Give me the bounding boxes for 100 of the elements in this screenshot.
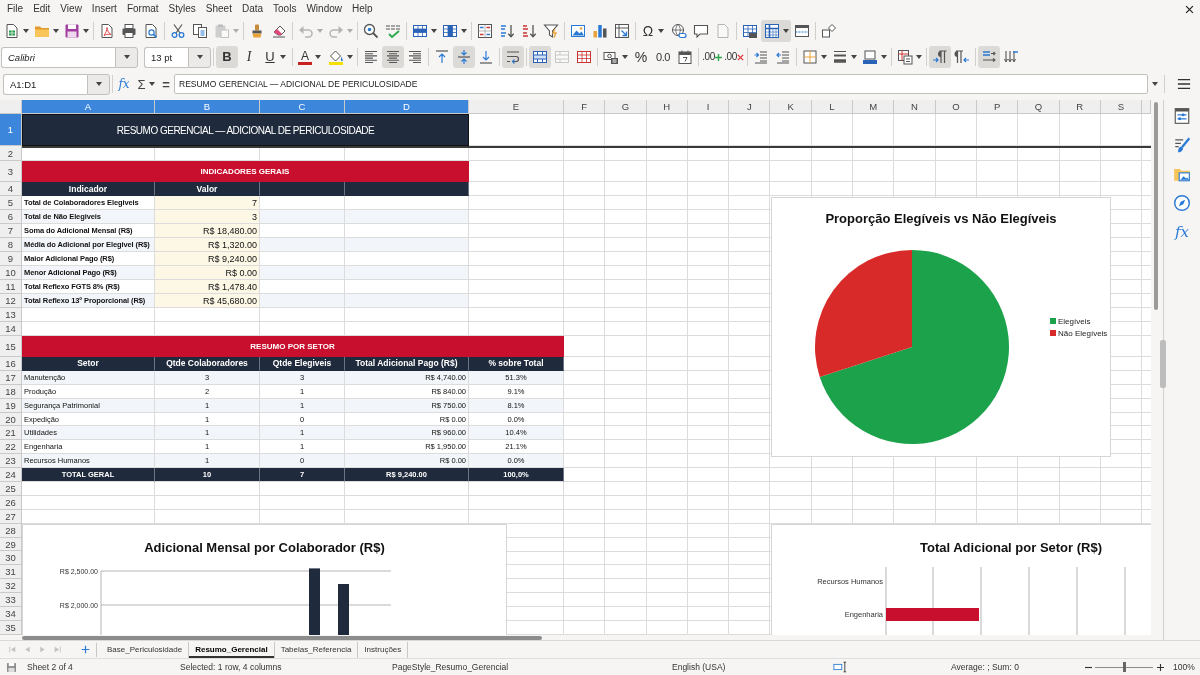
column-header[interactable]: F — [564, 100, 606, 114]
close-button[interactable] — [1185, 4, 1194, 14]
row-header[interactable]: 7 — [0, 224, 22, 238]
name-box-field[interactable]: A1:D1 — [3, 73, 87, 95]
caret-icon — [431, 29, 437, 33]
dropdown-button[interactable] — [188, 46, 211, 68]
column-header[interactable]: I — [687, 100, 730, 114]
column-header[interactable]: K — [770, 100, 812, 114]
sidebar-menu-button[interactable] — [1177, 77, 1191, 91]
row-header[interactable]: 8 — [0, 238, 22, 252]
column-header[interactable]: A — [22, 100, 155, 114]
percent-button[interactable]: % — [630, 46, 652, 68]
menu-item[interactable]: View — [55, 2, 87, 16]
row-header[interactable]: 30 — [0, 551, 22, 566]
dropdown-button[interactable] — [87, 73, 110, 95]
menu-item[interactable]: Format — [121, 2, 164, 16]
menu-item[interactable]: Styles — [163, 2, 201, 16]
row-header[interactable]: 33 — [0, 593, 22, 608]
row-header[interactable]: 25 — [0, 482, 22, 496]
functions-button[interactable]: fx — [1171, 222, 1193, 242]
merge-center-button[interactable] — [529, 46, 551, 68]
row-header[interactable]: 32 — [0, 579, 22, 594]
funnel-icon — [543, 23, 559, 39]
left-to-right-button[interactable] — [929, 46, 951, 68]
row-header[interactable]: 24 — [0, 468, 22, 482]
scrollbar-thumb[interactable] — [1154, 102, 1158, 310]
caret-icon — [315, 55, 321, 59]
row-header[interactable]: 9 — [0, 252, 22, 266]
sidebar-handle[interactable] — [1160, 340, 1166, 388]
row-header[interactable]: 16 — [0, 357, 22, 371]
font-name-field[interactable]: Calibri — [1, 46, 115, 68]
add-decimal-button[interactable]: .00 — [701, 46, 723, 68]
wrap-text-button[interactable] — [502, 46, 524, 68]
row-header[interactable]: 15 — [0, 336, 22, 357]
row-header[interactable]: 13 — [0, 308, 22, 322]
zoom-in-button[interactable] — [1155, 661, 1165, 673]
row-header[interactable]: 21 — [0, 426, 22, 441]
menu-item[interactable]: Data — [236, 2, 269, 16]
sheet-tab[interactable]: Base_Periculosidade — [101, 641, 190, 658]
column-header[interactable]: G — [605, 100, 647, 114]
dropdown-button[interactable] — [115, 46, 138, 68]
font-color-button[interactable]: A — [295, 46, 325, 68]
menu-item[interactable]: Edit — [28, 2, 56, 16]
scrollbar-thumb[interactable] — [22, 635, 542, 640]
formula-button[interactable]: = — [159, 73, 173, 95]
row-header[interactable]: 5 — [0, 196, 22, 210]
column-header[interactable]: B — [155, 100, 260, 114]
menu-item[interactable]: Help — [347, 2, 378, 16]
row-header[interactable]: 22 — [0, 440, 22, 455]
column-header[interactable]: E — [469, 100, 564, 114]
row-header[interactable]: 6 — [0, 210, 22, 224]
row-header[interactable]: 31 — [0, 565, 22, 580]
underline-button[interactable]: U — [260, 46, 290, 68]
function-wizard-button[interactable]: fx — [115, 73, 133, 95]
bold-button[interactable]: B — [216, 46, 238, 68]
column-header: Indicador — [22, 182, 155, 196]
formula-input-field[interactable]: RESUMO GERENCIAL — ADICIONAL DE PERICULOSIDADE — [174, 74, 1148, 94]
row-header[interactable]: 34 — [0, 607, 22, 621]
column-header[interactable]: J — [729, 100, 771, 114]
menu-item[interactable]: File — [2, 2, 29, 16]
column-header[interactable]: O — [935, 100, 977, 114]
row-header[interactable]: 3 — [0, 161, 22, 182]
column-header[interactable]: S — [1100, 100, 1143, 114]
column-header[interactable]: H — [646, 100, 688, 114]
horizontal-text-button[interactable] — [978, 46, 1000, 68]
align-top-icon — [434, 49, 450, 65]
align-center-button[interactable] — [382, 46, 404, 68]
menu-item[interactable]: Sheet — [200, 2, 237, 16]
column-header[interactable]: P — [976, 100, 1019, 114]
italic-button[interactable]: I — [238, 46, 260, 68]
row-header[interactable]: 23 — [0, 454, 22, 469]
sheet-tab[interactable]: Instruções — [358, 641, 409, 658]
column-header[interactable]: D — [345, 100, 469, 114]
special-character-button[interactable]: Ω — [638, 20, 668, 42]
navigator-button[interactable] — [1171, 193, 1193, 213]
column-header[interactable]: C — [260, 100, 345, 114]
row-header[interactable]: 12 — [0, 294, 22, 308]
table-grid-icon — [764, 23, 780, 39]
delete-decimal-button[interactable]: .00 — [723, 46, 745, 68]
row-header[interactable]: 1 — [0, 114, 22, 146]
column-header[interactable]: L — [811, 100, 854, 114]
row-header[interactable]: 4 — [0, 182, 22, 196]
number-format-button[interactable]: 0.0 — [652, 46, 674, 68]
sheet-tab[interactable]: Tabelas_Referencia — [274, 641, 359, 658]
column-header[interactable]: Q — [1018, 100, 1060, 114]
column-header[interactable]: M — [853, 100, 895, 114]
column-header[interactable]: N — [894, 100, 936, 114]
column-header[interactable]: R — [1059, 100, 1101, 114]
row-header[interactable]: 2 — [0, 146, 22, 161]
row-header[interactable]: 11 — [0, 280, 22, 294]
menu-item[interactable]: Tools — [268, 2, 302, 16]
menu-item[interactable]: Window — [301, 2, 347, 16]
row-header[interactable]: 14 — [0, 322, 22, 336]
font-size-field[interactable]: 13 pt — [144, 46, 188, 68]
slider-thumb[interactable] — [1122, 662, 1126, 672]
freeze-button[interactable] — [761, 20, 791, 42]
menu-item[interactable]: Insert — [86, 2, 122, 16]
row-header[interactable]: 10 — [0, 266, 22, 280]
sum-button[interactable]: Σ — [133, 73, 159, 95]
sheet-tab[interactable]: Resumo_Gerencial — [189, 641, 275, 658]
